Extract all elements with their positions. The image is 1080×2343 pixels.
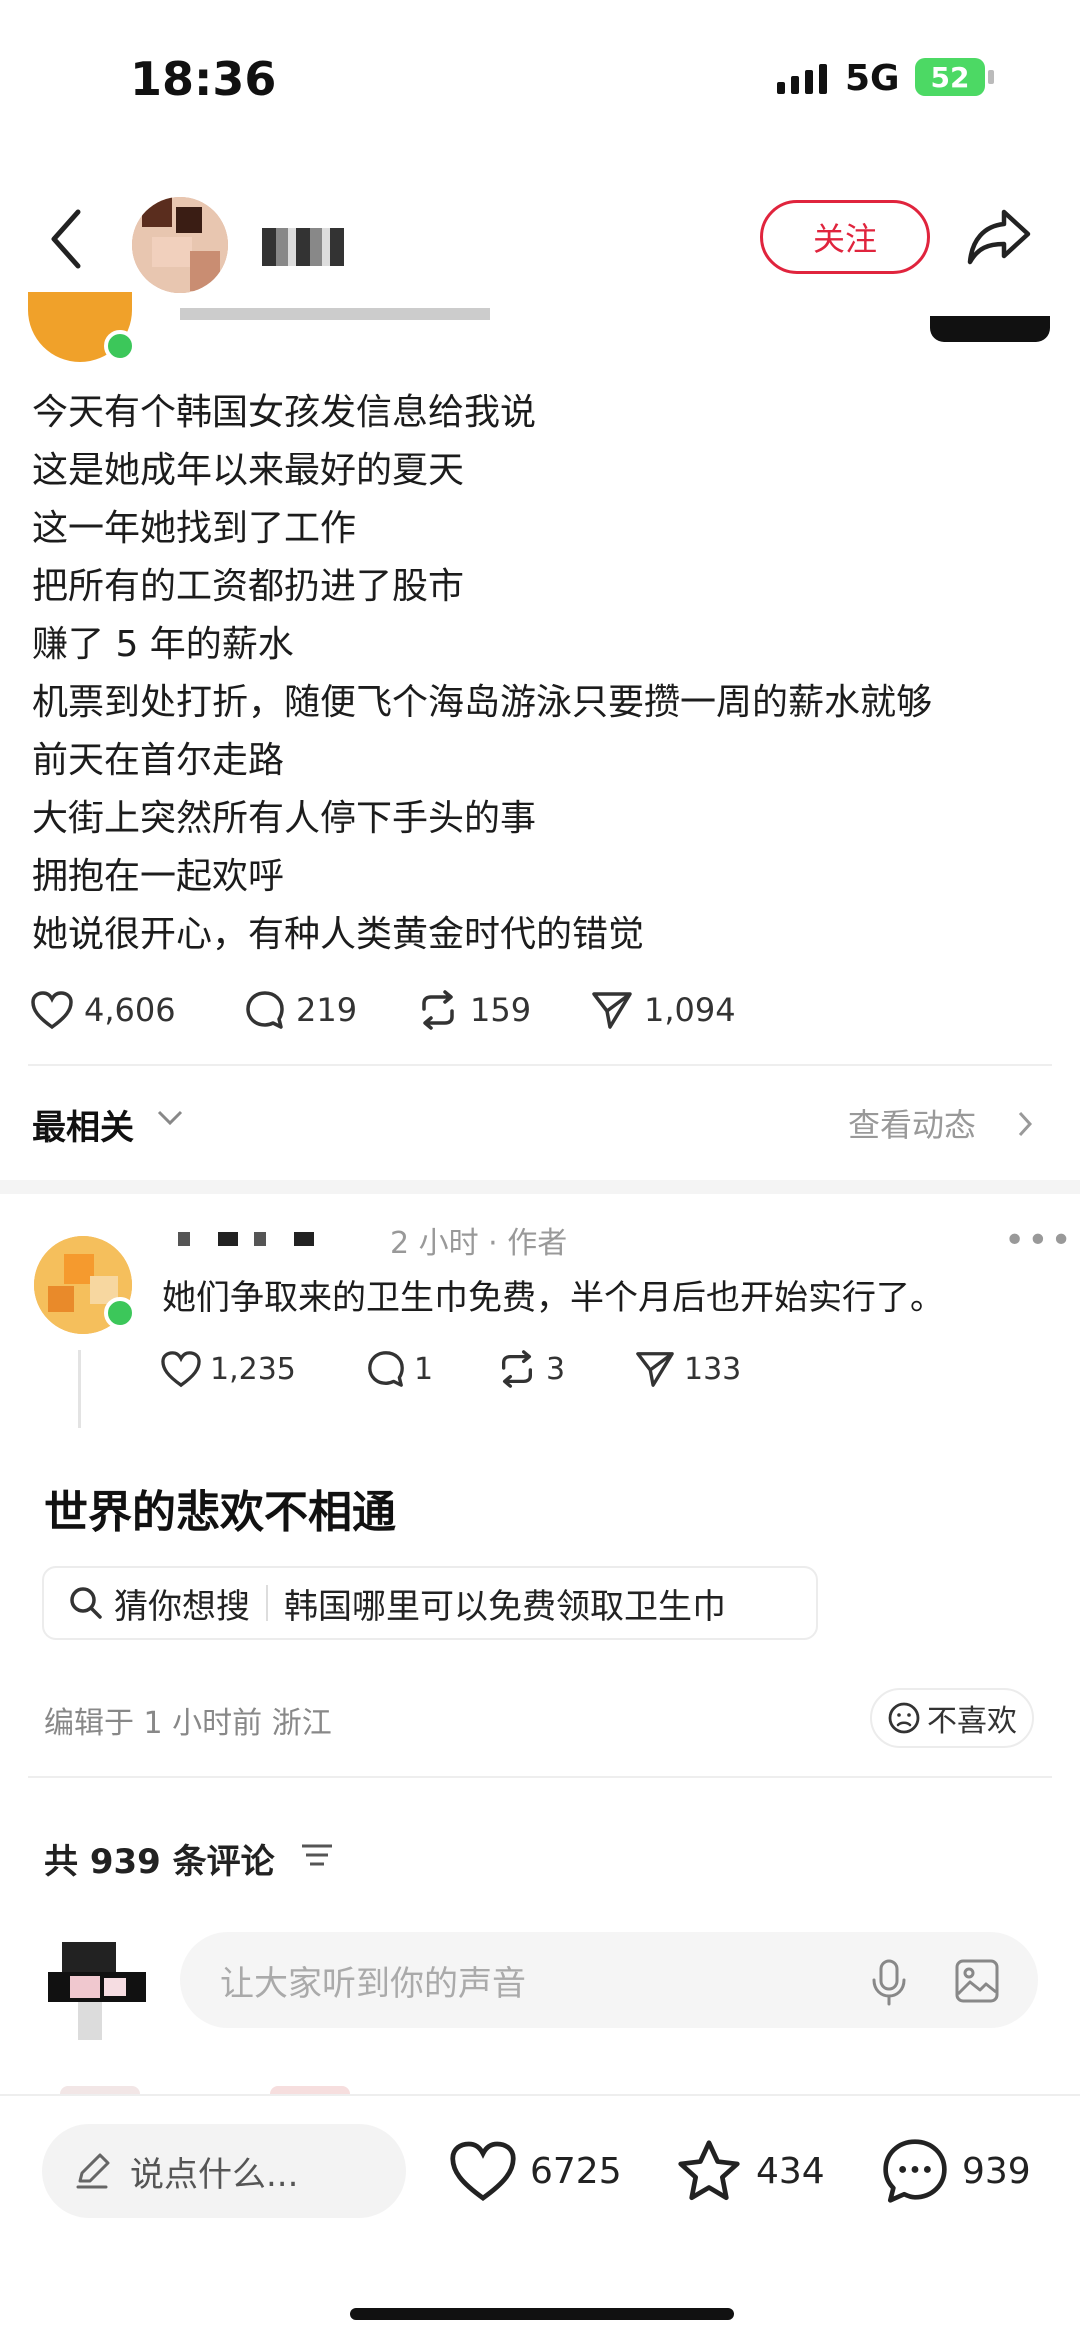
say-placeholder: 说点什么... [130,2154,299,2195]
battery-cap [988,70,994,84]
comment-icon [368,1351,404,1387]
comment-reply-count: 1 [414,1351,434,1387]
post-action-button[interactable] [930,316,1050,342]
chevron-right-icon[interactable] [1016,1110,1034,1138]
comments-count: 939 [962,2150,1031,2192]
home-indicator [350,2308,734,2320]
post-line: 把所有的工资都扔进了股市 [32,566,465,607]
comment-like-button[interactable]: 1,235 [160,1344,296,1394]
my-avatar[interactable] [48,1942,146,2040]
share-icon[interactable] [966,206,1032,266]
like-button[interactable]: 6725 [448,2136,622,2206]
battery-indicator: 52 [915,58,985,96]
post-comment-count: 219 [296,991,358,1029]
comment-repost-button[interactable]: 3 [496,1344,565,1394]
search-icon [70,1587,102,1619]
post-share-button[interactable]: 1,094 [590,982,736,1038]
repost-icon [422,990,454,1030]
post-line: 今天有个韩国女孩发信息给我说 [32,392,537,433]
note-title: 世界的悲欢不相通 [44,1487,396,1538]
comment-meta: 2 小时 · 作者 [390,1226,568,1261]
post-line: 赚了 5 年的薪水 [32,624,294,665]
online-dot [104,1297,136,1329]
dislike-button[interactable]: 不喜欢 [870,1688,1034,1748]
search-prefix: 猜你想搜 [114,1586,250,1627]
divider [28,1064,1052,1066]
post-repost-count: 159 [470,991,532,1029]
sort-selector[interactable]: 最相关 [32,1100,134,1149]
view-feed-link[interactable]: 查看动态 [848,1100,976,1146]
send-icon [592,992,632,1029]
say-something-input[interactable]: 说点什么... [42,2124,406,2218]
network-type: 5G [845,58,900,99]
repost-icon [501,1350,532,1388]
back-icon[interactable] [48,208,84,270]
favorite-count: 434 [756,2150,825,2192]
image-icon[interactable] [954,1958,1000,2004]
dislike-label: 不喜欢 [927,1704,1017,1739]
comment-share-count: 133 [684,1351,742,1387]
microphone-icon[interactable] [868,1958,910,2006]
comments-button[interactable]: 939 [880,2136,1031,2206]
favorite-button[interactable]: 434 [674,2136,825,2206]
post-body: 今天有个韩国女孩发信息给我说 这是她成年以来最好的夏天 这一年她找到了工作 把所… [32,384,932,964]
divider [28,1776,1052,1778]
follow-button[interactable]: 关注 [760,200,930,274]
comment-icon [246,991,284,1029]
status-time: 18:36 [130,52,277,106]
edit-info: 编辑于 1 小时前 浙江 [44,1706,332,1741]
frown-face-icon [888,1702,920,1734]
heart-icon [31,991,73,1030]
post-share-count: 1,094 [644,991,736,1029]
search-query: 韩国哪里可以免费领取卫生巾 [284,1586,726,1627]
commenter-name[interactable] [178,1232,318,1246]
comment-text: 她们争取来的卫生巾免费，半个月后也开始实行了。 [162,1278,944,1318]
signal-icon [777,64,827,94]
suggested-search[interactable]: 猜你想搜 韩国哪里可以免费领取卫生巾 [42,1566,818,1640]
post-line: 她说很开心，有种人类黄金时代的错觉 [32,914,645,955]
chat-bubble-icon [883,2139,947,2203]
post-line: 这是她成年以来最好的夏天 [32,450,465,491]
comment-count-label: 共 939 条评论 [44,1842,275,1882]
post-repost-button[interactable]: 159 [416,982,531,1038]
online-dot [104,330,136,362]
post-comment-button[interactable]: 219 [244,982,357,1038]
like-count: 6725 [530,2150,622,2192]
post-line: 拥抱在一起欢呼 [32,856,285,897]
thread-line [78,1350,81,1428]
post-author-name [180,308,490,320]
send-icon [636,1352,674,1387]
post-like-count: 4,606 [84,991,176,1029]
post-line: 这一年她找到了工作 [32,508,357,549]
separator [266,1585,268,1621]
heart-icon [450,2141,516,2201]
post-line: 前天在首尔走路 [32,740,285,781]
post-line: 机票到处打折，随便飞个海岛游泳只要攒一周的薪水就够 [32,682,933,723]
comment-repost-count: 3 [546,1351,566,1387]
section-gap [0,1180,1080,1194]
comment-reply-button[interactable]: 1 [366,1344,433,1394]
sort-lines-icon[interactable] [300,1842,334,1868]
heart-icon [161,1351,201,1388]
author-avatar[interactable] [132,197,228,293]
pencil-icon [76,2153,110,2189]
star-icon [678,2140,740,2201]
author-name[interactable] [262,228,344,266]
post-like-button[interactable]: 4,606 [30,982,176,1038]
comment-like-count: 1,235 [210,1351,296,1387]
chevron-down-icon[interactable] [156,1108,184,1128]
post-line: 大街上突然所有人停下手头的事 [32,798,537,839]
more-options-icon[interactable]: ••• [1004,1220,1074,1261]
comment-share-button[interactable]: 133 [634,1344,741,1394]
